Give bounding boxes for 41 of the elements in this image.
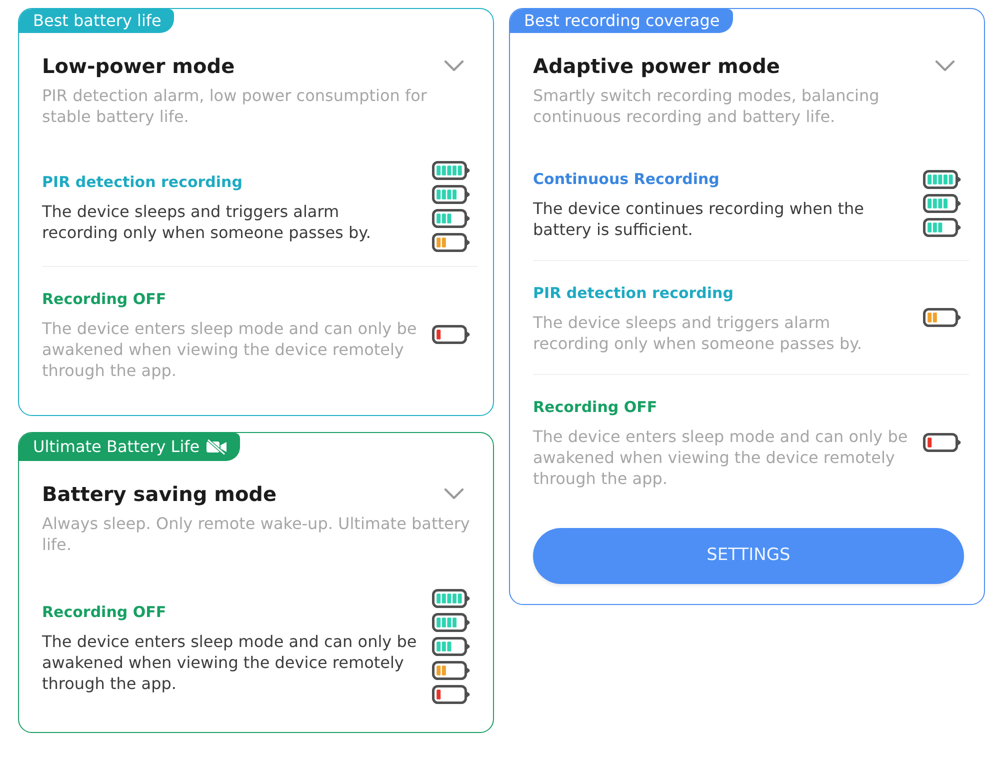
option-title: PIR detection recording [533,283,734,304]
chevron-down-icon[interactable] [444,60,464,72]
battery-low-icon [432,233,470,252]
battery-low-icon [432,661,470,680]
mode-title: Low-power mode [42,53,235,80]
battery-high-icon [923,194,961,213]
battery-low-icon [923,308,961,327]
battery-critical-icon [432,685,470,704]
battery-critical-icon [923,432,961,452]
battery-full-icon [923,170,961,189]
battery-medium-icon [923,218,961,237]
battery-high-icon [432,185,470,204]
option-description: The device sleeps and triggers alarm recording only when someone passes by. [533,312,863,354]
mode-description: PIR detection alarm, low power consumption for stable battery life. [42,85,428,127]
mode-description: Always sleep. Only remote wake-up. Ultimate battery life. [42,513,471,555]
option-description: The device enters sleep mode and can only be awakened when viewing the device remotely through the app. [42,630,418,694]
tag-label: Ultimate Battery Life [33,436,200,458]
option-title: Recording OFF [533,397,658,418]
mode-title: Adaptive power mode [533,53,780,80]
battery-full-icon [432,589,470,608]
chevron-down-icon[interactable] [935,60,955,72]
option-title: PIR detection recording [42,172,244,193]
battery-medium-icon [432,209,470,228]
option-title: Recording OFF [42,602,168,622]
option-description: The device sleeps and triggers alarm recording only when someone passes by. [42,201,372,243]
settings-button[interactable]: SETTINGS [533,528,964,584]
tag-label: Best battery life [33,10,162,32]
option-description: The device continues recording when the battery is sufficient. [533,198,865,240]
battery-full-icon [432,161,470,180]
tag-label: Best recording coverage [524,10,720,32]
option-title: Continuous Recording [533,169,720,190]
option-title: Recording OFF [42,289,168,310]
mode-title: Battery saving mode [42,481,277,508]
battery-critical-icon [432,324,470,344]
mode-description: Smartly switch recording modes, balancing continuous recording and battery life. [533,85,880,127]
option-description: The device enters sleep mode and can only be awakened when viewing the device remotely through the app. [42,318,418,381]
battery-medium-icon [432,637,470,656]
option-description: The device enters sleep mode and can only be awakened when viewing the device remotely through the app. [533,426,909,489]
chevron-down-icon[interactable] [444,488,464,500]
camera-off-icon [206,439,227,455]
battery-high-icon [432,613,470,632]
